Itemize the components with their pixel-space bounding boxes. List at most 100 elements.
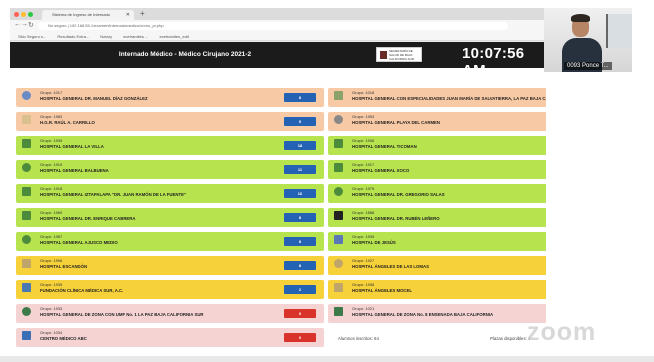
bookmark-item[interactable]: ecetramites_edit (159, 34, 188, 39)
hospital-name: CENTRO MÉDICO ABC (40, 336, 87, 341)
reload-icon[interactable]: ↻ (28, 21, 34, 29)
hospital-card: Grupo: 1017 HOSPITAL GENERAL DR. MANUEL D… (16, 88, 324, 107)
tab-title: Sistema de Ingreso de Internado (52, 12, 111, 17)
hospital-logo-icon (334, 91, 343, 100)
top-frame (0, 0, 654, 8)
hospital-grid: Grupo: 1017 HOSPITAL GENERAL DR. MANUEL D… (10, 68, 546, 356)
hospital-card: Grupo: 1969 HOSPITAL GENERAL DR. ENRIQUE … (16, 208, 324, 227)
hospital-card: Grupo: 1918 HOSPITAL GENERAL IZTAPALAPA "… (16, 184, 324, 203)
participant-name: 0093 Ponce T... (564, 62, 612, 70)
available-slots-button[interactable]: 2 (284, 285, 316, 294)
available-slots-button[interactable]: 16 (284, 189, 316, 198)
back-icon[interactable]: ← (14, 21, 21, 28)
hospital-name: HOSPITAL GENERAL IZTAPALAPA "DR. JUAN RA… (40, 192, 187, 197)
available-slots-button[interactable]: 5 (284, 117, 316, 126)
hospital-group: Grupo: 1933 (40, 306, 63, 311)
bookmark-item[interactable]: Sitio Seguro s... (18, 34, 46, 39)
hospital-name: HOSPITAL ÁNGELES MOCEL (352, 288, 413, 293)
hospital-logo-icon (22, 259, 31, 268)
bookmark-item[interactable]: Notary (100, 34, 112, 39)
hospital-name: HOSPITAL GENERAL AJUSCO MEDIO (40, 240, 118, 245)
url-input[interactable]: No seguro | 192.168.55.1/examen/internad… (38, 22, 508, 30)
hospital-name: HOSPITAL GENERAL TICOMAN (352, 144, 417, 149)
participant-hair (571, 14, 590, 22)
tab-active[interactable]: Sistema de Ingreso de Internado ✕ (42, 10, 134, 20)
bookmarks-bar: Sitio Seguro s... Resultado Extra... Not… (10, 32, 546, 41)
hospital-card: Grupo: 1936HOSPITAL GENERAL TICOMAN12 (328, 136, 546, 155)
available-slots-button[interactable]: 11 (284, 165, 316, 174)
hospital-card: Grupo: 1953 HOSPITAL GENERAL PLAYA DEL CA… (328, 112, 546, 131)
hospital-group: Grupo: 1953 (352, 114, 375, 119)
available-slots-button[interactable]: 8 (284, 213, 316, 222)
hospital-group: Grupo: 1017 (40, 90, 63, 95)
hospital-logo-icon (334, 307, 343, 316)
hospital-name: HOSPITAL GENERAL DR. RUBÉN LEÑERO (352, 216, 440, 221)
hospital-group: Grupo: 1888 (352, 210, 375, 215)
bookmark-item[interactable]: Resultado Extra... (57, 34, 89, 39)
hospital-card: Grupo: 1935 FUNDACIÓN CLÍNICA MÉDICA SUR,… (16, 280, 324, 299)
hospital-card: Grupo: 1975 HOSPITAL GENERAL DR. GREGORIO… (328, 184, 546, 203)
tab-bar: Sistema de Ingreso de Internado ✕ + (10, 8, 546, 20)
bottom-strip (0, 356, 654, 362)
hospital-name: HOSPITAL GENERAL DE ZONA CON UMF No. 1 L… (40, 312, 204, 317)
logo-text: SECRETARÍA DE SALUD DE BAJA CALIFORNIA S… (389, 49, 415, 61)
bookmark-item[interactable]: ecetramites ... (123, 34, 148, 39)
hospital-name: HOSPITAL DE JESÚS (352, 240, 396, 245)
hospital-group: Grupo: 1983 (40, 114, 63, 119)
close-tab-icon[interactable]: ✕ (126, 10, 130, 20)
hospital-card: Grupo: 1034 CENTRO MÉDICO ABC 0 (16, 328, 324, 347)
hospital-group: Grupo: 1939 (352, 234, 375, 239)
hospital-group: Grupo: 1996 (40, 258, 63, 263)
hospital-card: Grupo: 1021 HOSPITAL GENERAL DE ZONA No. … (328, 304, 546, 323)
available-count: Plazas disponibles: 1 (490, 336, 531, 341)
hospital-logo-icon (22, 211, 31, 220)
hospital-logo-icon (22, 163, 31, 172)
hospital-card: Grupo: 1939 HOSPITAL GENERAL LA VILLA 18 (16, 136, 324, 155)
hospital-logo-icon (334, 187, 343, 196)
hospital-group: Grupo: 1021 (352, 306, 375, 311)
maximize-window-icon[interactable] (28, 12, 33, 17)
zoom-watermark: zoom (527, 318, 597, 346)
hospital-card: Grupo: 1987 HOSPITAL GENERAL AJUSCO MEDIO… (16, 232, 324, 251)
hospital-name: HOSPITAL GENERAL DR. MANUEL DÍAZ GONZÁLE… (40, 96, 148, 101)
hospital-group: Grupo: 1935 (40, 282, 63, 287)
hospital-card: Grupo: 1983 H.G.R. RAÚL A. CARRILLO 5 (16, 112, 324, 131)
available-slots-button[interactable]: 8 (284, 93, 316, 102)
hospital-logo-icon (334, 235, 343, 244)
hospital-name: HOSPITAL GENERAL XOCO (352, 168, 410, 173)
hospital-card: Grupo: 1018 HOSPITAL GENERAL CON ESPECIAL… (328, 88, 546, 107)
hospital-card: Grupo: 1938HOSPITAL ÁNGELES MOCEL2 (328, 280, 546, 299)
forward-icon[interactable]: → (21, 21, 28, 28)
hospital-card: Grupo: 1996 HOSPITAL ESCANDÓN 8 (16, 256, 324, 275)
hospital-logo-icon (22, 235, 31, 244)
hospital-group: Grupo: 1917 (352, 162, 375, 167)
available-slots-button[interactable]: 8 (284, 261, 316, 270)
new-tab-icon[interactable]: + (140, 9, 145, 18)
available-slots-button[interactable]: 18 (284, 141, 316, 150)
hospital-group: Grupo: 1938 (352, 282, 375, 287)
hospital-group: Grupo: 1927 (352, 258, 375, 263)
hospital-group: Grupo: 1018 (352, 90, 375, 95)
hospital-group: Grupo: 1919 (40, 162, 63, 167)
hospital-card: Grupo: 1933 HOSPITAL GENERAL DE ZONA CON … (16, 304, 324, 323)
hospital-name: HOSPITAL GENERAL CON ESPECIALIDADES JUAN… (352, 96, 546, 101)
available-slots-button[interactable]: 8 (284, 237, 316, 246)
hospital-logo-icon (334, 139, 343, 148)
close-window-icon[interactable] (14, 12, 19, 17)
hospital-logo-icon (334, 115, 343, 124)
hospital-logo-icon (334, 211, 343, 220)
app-header: Internado Médico - Médico Cirujano 2021-… (10, 42, 546, 79)
logo-mark-icon (380, 51, 387, 59)
hospital-logo-icon (334, 163, 343, 172)
hospital-group: Grupo: 1936 (352, 138, 375, 143)
available-slots-button[interactable]: 0 (284, 309, 316, 318)
hospital-group: Grupo: 1918 (40, 186, 63, 191)
available-slots-button[interactable]: 0 (284, 333, 316, 342)
minimize-window-icon[interactable] (21, 12, 26, 17)
browser-window: Sistema de Ingreso de Internado ✕ + ← → … (10, 8, 546, 356)
logo: SECRETARÍA DE SALUD DE BAJA CALIFORNIA S… (376, 47, 422, 62)
enrolled-count: Alumnos inscritos: 64 (338, 336, 379, 341)
hospital-logo-icon (334, 259, 343, 268)
hospital-name: HOSPITAL GENERAL LA VILLA (40, 144, 104, 149)
hospital-group: Grupo: 1939 (40, 138, 63, 143)
